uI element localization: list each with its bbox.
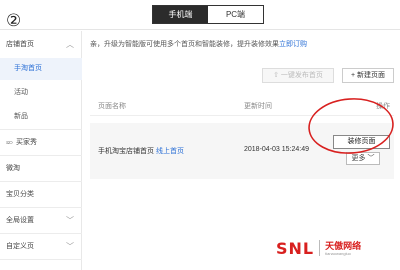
sidebar-divider	[0, 233, 82, 234]
sidebar-divider	[0, 207, 82, 208]
sidebar-divider	[0, 155, 82, 156]
column-header-action: 操作	[376, 103, 390, 110]
chevron-down-icon: ﹀	[66, 216, 74, 225]
sidebar-item-weitao[interactable]: 微淘	[0, 158, 82, 180]
notice-text: 亲，升级为智能版可使用多个首页和智能装修，提升装修效果	[90, 41, 279, 48]
sidebar-item-custom-pages[interactable]: 自定义页 ﹀	[0, 236, 82, 258]
sidebar-item-label: 全局设置	[6, 217, 34, 224]
new-page-button[interactable]: + 新建页面	[342, 68, 394, 83]
decorate-page-button[interactable]: 装修页面	[333, 135, 390, 149]
sidebar-item-label: 买家秀	[15, 139, 37, 146]
more-actions-dropdown[interactable]: 更多 ﹀	[346, 152, 380, 165]
sidebar: 店铺首页 ︿ 手淘首页 活动 新品 ဆ 买家秀 微淘 宝贝分类 全局设置 ﹀ 自…	[0, 31, 82, 270]
sidebar-item-label: 宝贝分类	[6, 191, 34, 198]
sidebar-divider	[0, 129, 82, 130]
sidebar-item-global-settings[interactable]: 全局设置 ﹀	[0, 210, 82, 232]
column-header-name: 页面名称	[98, 103, 126, 110]
sidebar-divider	[0, 259, 82, 260]
publish-home-button[interactable]: ⇧ 一键发布首页	[262, 68, 334, 83]
subscribe-link[interactable]: 立即订购	[279, 41, 307, 48]
top-bar: 手机端 PC端	[0, 0, 400, 30]
watermark-divider	[319, 240, 321, 256]
sidebar-item-store-home[interactable]: 店铺首页 ︿	[0, 34, 82, 56]
sidebar-item-mobile-home[interactable]: 手淘首页	[0, 58, 82, 80]
sidebar-item-activity[interactable]: 活动	[0, 82, 82, 104]
sidebar-item-label: 新品	[14, 113, 28, 120]
sidebar-item-label: 店铺首页	[6, 41, 34, 48]
page-name-cell: 手机淘宝店铺首页 线上首页	[98, 146, 184, 156]
chevron-down-icon: ﹀	[66, 242, 74, 251]
online-home-link[interactable]: 线上首页	[156, 148, 184, 155]
tab-pc[interactable]: PC端	[208, 6, 263, 23]
device-tabs: 手机端 PC端	[152, 5, 264, 24]
column-header-updated: 更新时间	[244, 103, 272, 110]
table-row: 手机淘宝店铺首页 线上首页 2018-04-03 15:24:49	[90, 123, 394, 179]
brand-watermark: SNL 天傲网络 tianaowangluo	[276, 237, 361, 259]
watermark-sub: tianaowangluo	[325, 250, 351, 256]
chevron-up-icon: ︿	[66, 40, 74, 49]
upgrade-notice: 亲，升级为智能版可使用多个首页和智能装修，提升装修效果立即订购	[90, 37, 394, 53]
page-name: 手机淘宝店铺首页	[98, 148, 154, 155]
sidebar-item-label: 微淘	[6, 165, 20, 172]
sidebar-item-label: 手淘首页	[14, 65, 42, 72]
table-header: 页面名称 更新时间 操作	[90, 96, 394, 116]
link-icon: ဆ	[6, 139, 13, 146]
snl-logo: SNL	[276, 238, 315, 258]
watermark-brand: 天傲网络	[325, 240, 362, 251]
sidebar-item-new[interactable]: 新品	[0, 106, 82, 128]
sidebar-item-categories[interactable]: 宝贝分类	[0, 184, 82, 206]
tab-mobile[interactable]: 手机端	[153, 6, 208, 23]
sidebar-item-buyer-show[interactable]: ဆ 买家秀	[0, 132, 82, 154]
sidebar-item-label: 活动	[14, 89, 28, 96]
updated-time: 2018-04-03 15:24:49	[244, 146, 309, 153]
sidebar-item-label: 自定义页	[6, 243, 34, 250]
watermark-brand-block: 天傲网络 tianaowangluo	[325, 241, 361, 256]
annotation-number: ②	[6, 11, 22, 31]
sidebar-divider	[0, 181, 82, 182]
